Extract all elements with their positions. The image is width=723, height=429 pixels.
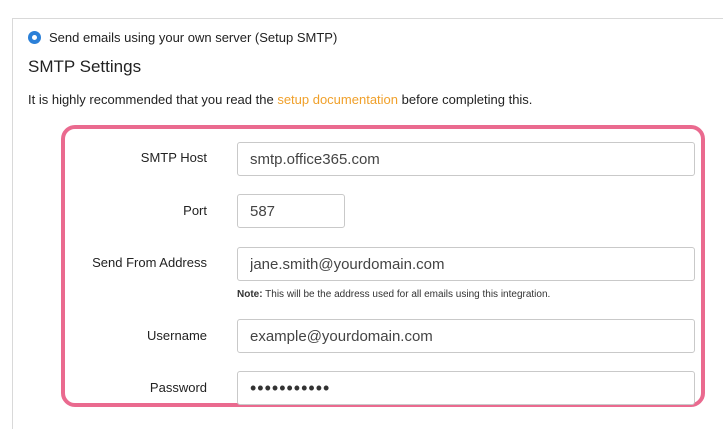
smtp-radio-option[interactable]: Send emails using your own server (Setup… <box>28 28 337 46</box>
note-text: This will be the address used for all em… <box>262 289 551 300</box>
username-input[interactable] <box>237 319 695 353</box>
setup-documentation-link[interactable]: setup documentation <box>277 92 398 107</box>
port-label: Port <box>183 203 207 218</box>
smtp-host-label: SMTP Host <box>140 150 207 165</box>
send-from-address-input[interactable] <box>237 247 695 281</box>
password-label: Password <box>149 380 207 395</box>
note-label: Note: <box>237 289 263 300</box>
send-from-address-label: Send From Address <box>92 255 207 270</box>
section-title: SMTP Settings <box>28 57 142 76</box>
radio-selected-icon[interactable] <box>28 30 41 44</box>
smtp-host-input[interactable] <box>237 142 695 176</box>
password-input[interactable] <box>237 371 695 405</box>
port-input[interactable] <box>237 194 345 228</box>
intro-text-before: It is highly recommended that you read t… <box>28 92 278 107</box>
radio-label: Send emails using your own server (Setup… <box>49 29 338 45</box>
intro-text-after: before completing this. <box>398 92 533 107</box>
username-label: Username <box>147 328 207 343</box>
send-from-note: Note: This will be the address used for … <box>237 289 550 300</box>
intro-text: It is highly recommended that you read t… <box>28 92 532 107</box>
radio-dot <box>32 34 37 40</box>
